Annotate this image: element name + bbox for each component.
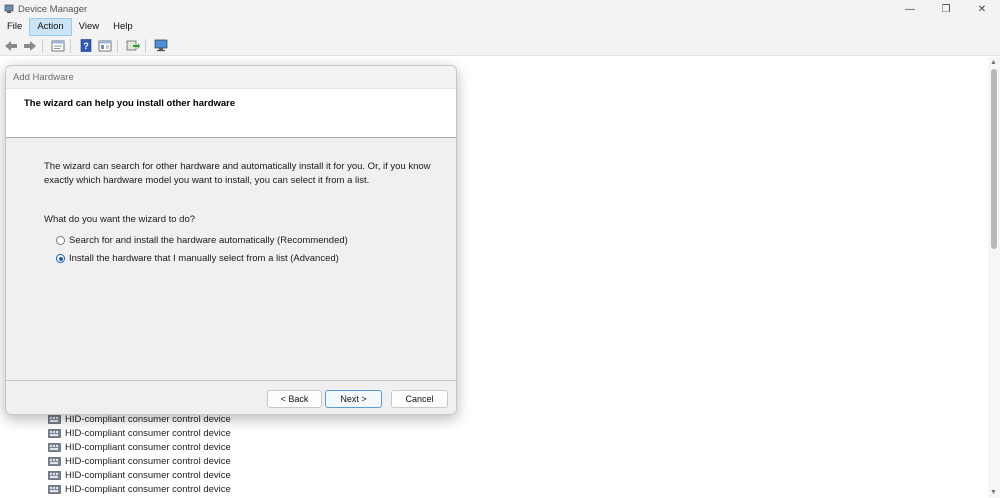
list-item[interactable]: HID-compliant consumer control device xyxy=(48,440,231,454)
update-driver-icon[interactable] xyxy=(124,37,141,54)
device-label: HID-compliant consumer control device xyxy=(65,413,231,425)
back-icon[interactable] xyxy=(2,37,19,54)
toolbar-separator xyxy=(70,38,71,53)
minimize-button[interactable]: — xyxy=(892,0,928,18)
toolbar-separator xyxy=(117,38,118,53)
toolbar-separator xyxy=(145,38,146,53)
dialog-question: What do you want the wizard to do? xyxy=(44,214,196,225)
dialog-title: Add Hardware xyxy=(13,72,74,83)
forward-icon[interactable] xyxy=(21,37,38,54)
radio-button-checked[interactable] xyxy=(56,254,65,263)
device-label: HID-compliant consumer control device xyxy=(65,427,231,439)
menu-action[interactable]: Action xyxy=(29,18,72,36)
hid-device-icon xyxy=(48,442,61,453)
window-controls: — ❐ ✕ xyxy=(892,0,1000,18)
hid-device-icon xyxy=(48,414,61,425)
details-icon[interactable] xyxy=(96,37,113,54)
scroll-down-icon[interactable]: ▼ xyxy=(990,489,997,496)
window-title: Device Manager xyxy=(18,3,88,15)
toolbar: ? xyxy=(0,36,1000,56)
option-label: Install the hardware that I manually sel… xyxy=(69,253,339,264)
hid-device-icon xyxy=(48,484,61,495)
toolbar-separator xyxy=(42,38,43,53)
list-item[interactable]: HID-compliant consumer control device xyxy=(48,426,231,440)
hid-device-icon xyxy=(48,428,61,439)
dialog-divider xyxy=(6,380,456,381)
option-auto-search[interactable]: Search for and install the hardware auto… xyxy=(56,235,348,246)
device-label: HID-compliant consumer control device xyxy=(65,469,231,481)
next-button[interactable]: Next > xyxy=(325,390,382,408)
monitor-icon[interactable] xyxy=(152,37,169,54)
scroll-thumb[interactable] xyxy=(991,69,997,249)
hid-device-icon xyxy=(48,456,61,467)
list-item[interactable]: HID-compliant consumer control device xyxy=(48,468,231,482)
description-line: The wizard can search for other hardware… xyxy=(44,161,431,172)
scroll-up-icon[interactable]: ▲ xyxy=(990,59,997,66)
list-item[interactable]: HID-compliant consumer control device xyxy=(48,482,231,496)
title-bar: Device Manager — ❐ ✕ xyxy=(0,0,1000,18)
help-icon[interactable]: ? xyxy=(77,37,94,54)
menu-bar: File Action View Help xyxy=(0,18,1000,36)
properties-icon[interactable] xyxy=(49,37,66,54)
add-hardware-dialog: Add Hardware The wizard can help you ins… xyxy=(5,65,457,415)
device-label: HID-compliant consumer control device xyxy=(65,483,231,495)
device-label: HID-compliant consumer control device xyxy=(65,455,231,467)
maximize-button[interactable]: ❐ xyxy=(928,0,964,18)
menu-help[interactable]: Help xyxy=(106,18,140,36)
back-button[interactable]: < Back xyxy=(267,390,322,408)
menu-file[interactable]: File xyxy=(0,18,29,36)
vertical-scrollbar[interactable]: ▲ ▼ xyxy=(988,57,1000,498)
dialog-title-bar: Add Hardware xyxy=(6,66,456,88)
svg-text:?: ? xyxy=(83,41,89,51)
cancel-button[interactable]: Cancel xyxy=(391,390,448,408)
dialog-header-text: The wizard can help you install other ha… xyxy=(24,98,236,109)
option-manual-select[interactable]: Install the hardware that I manually sel… xyxy=(56,253,339,264)
dialog-header: The wizard can help you install other ha… xyxy=(6,88,456,138)
close-button[interactable]: ✕ xyxy=(964,0,1000,18)
radio-button[interactable] xyxy=(56,236,65,245)
menu-view[interactable]: View xyxy=(72,18,106,36)
list-item[interactable]: HID-compliant consumer control device xyxy=(48,454,231,468)
device-label: HID-compliant consumer control device xyxy=(65,441,231,453)
hid-device-icon xyxy=(48,470,61,481)
option-label: Search for and install the hardware auto… xyxy=(69,235,348,246)
description-line: exactly which hardware model you want to… xyxy=(44,175,370,186)
dialog-description: The wizard can search for other hardware… xyxy=(44,160,434,188)
device-manager-icon xyxy=(4,4,14,14)
